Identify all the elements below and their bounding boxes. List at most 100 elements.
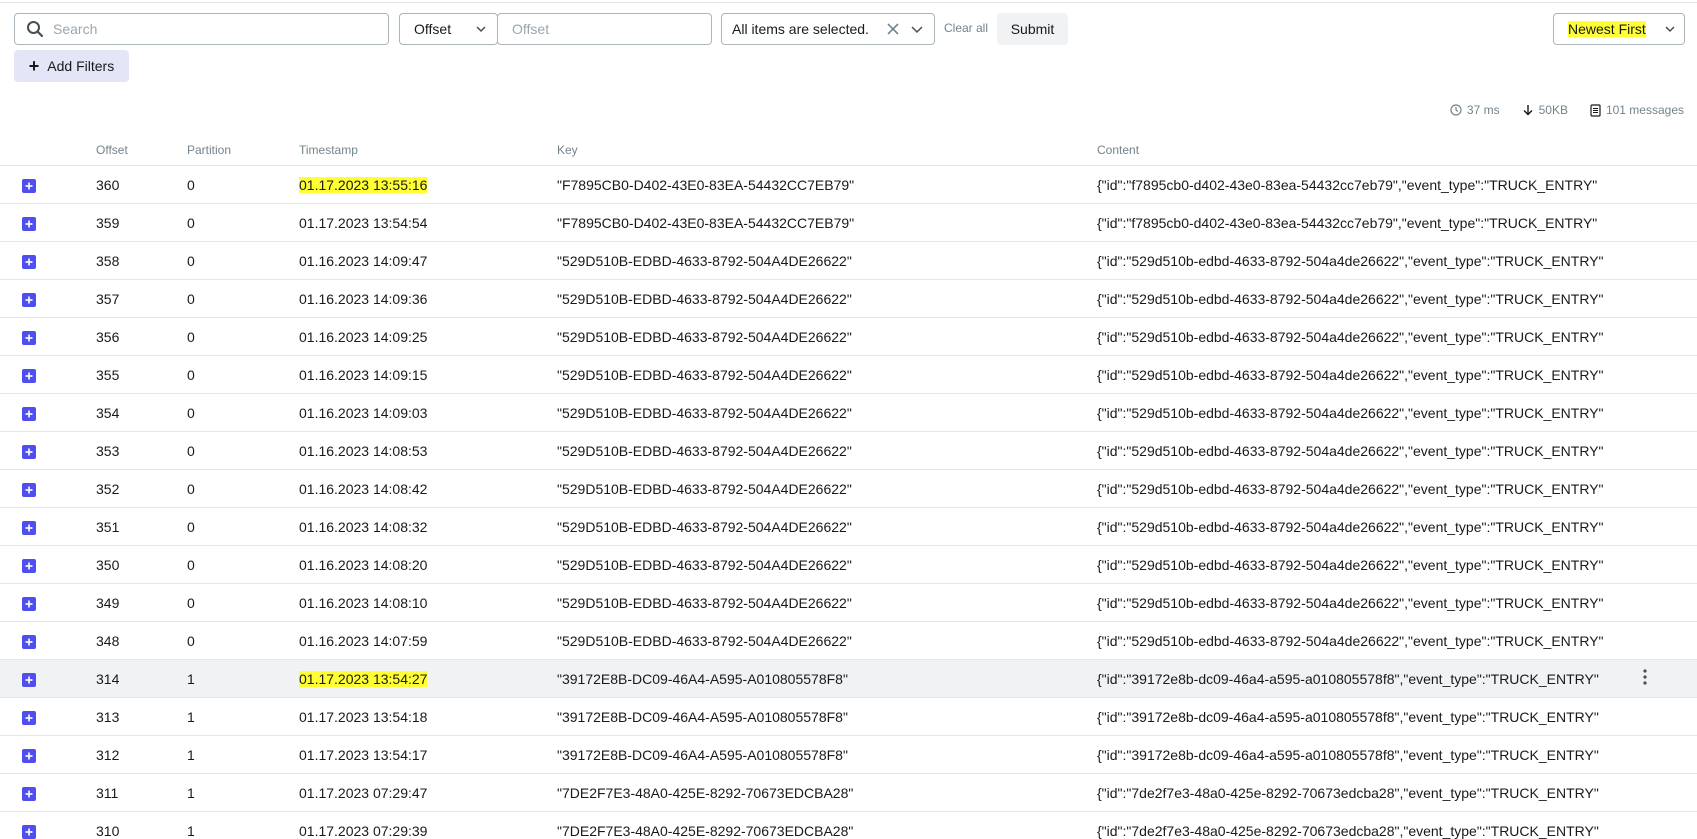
column-header-content[interactable]: Content	[1097, 135, 1617, 166]
offset-field[interactable]	[497, 13, 712, 45]
cell-content: {"id":"f7895cb0-d402-43e0-83ea-54432cc7e…	[1097, 203, 1617, 242]
expand-cell	[0, 279, 96, 318]
cell-content: {"id":"7de2f7e3-48a0-425e-8292-70673edcb…	[1097, 811, 1617, 839]
table-row[interactable]: 314 1 01.17.2023 13:54:27 "39172E8B-DC09-46…	[0, 659, 1697, 698]
clock-icon	[1450, 104, 1462, 116]
content-text: {"id":"529d510b-edbd-4633-8792-504a4de26…	[1097, 480, 1604, 497]
table-row[interactable]: 352 0 01.16.2023 14:08:42 "529D510B-EDBD-46…	[0, 469, 1697, 508]
content-text: {"id":"529d510b-edbd-4633-8792-504a4de26…	[1097, 518, 1604, 535]
column-header-partition[interactable]: Partition	[187, 135, 299, 166]
cell-partition: 0	[187, 317, 299, 356]
plus-icon[interactable]	[22, 482, 36, 497]
plus-icon[interactable]	[22, 786, 36, 801]
plus-icon[interactable]	[22, 672, 36, 687]
cell-timestamp: 01.17.2023 13:55:16	[299, 165, 557, 204]
content-text: {"id":"39172e8b-dc09-46a4-a595-a01080557…	[1097, 670, 1599, 687]
cell-content: {"id":"529d510b-edbd-4633-8792-504a4de26…	[1097, 241, 1617, 280]
messages-page: Offset All items are selected. Clear all…	[0, 0, 1697, 839]
table-body: 360 0 01.17.2023 13:55:16 "F7895CB0-D402-43…	[0, 165, 1697, 839]
cell-content: {"id":"529d510b-edbd-4633-8792-504a4de26…	[1097, 393, 1617, 432]
plus-icon[interactable]	[22, 748, 36, 763]
clear-all-button[interactable]: Clear all	[944, 21, 988, 35]
cell-key: "529D510B-EDBD-4633-8792-504A4DE26622"	[557, 393, 1097, 432]
table-row[interactable]: 351 0 01.16.2023 14:08:32 "529D510B-EDBD-46…	[0, 507, 1697, 546]
table-row[interactable]: 360 0 01.17.2023 13:55:16 "F7895CB0-D402-43…	[0, 165, 1697, 204]
column-header-timestamp[interactable]: Timestamp	[299, 135, 557, 166]
cell-key: "7DE2F7E3-48A0-425E-8292-70673EDCBA28"	[557, 773, 1097, 812]
cell-timestamp: 01.16.2023 14:09:47	[299, 241, 557, 280]
cell-key: "529D510B-EDBD-4633-8792-504A4DE26622"	[557, 279, 1097, 318]
plus-icon[interactable]	[22, 710, 36, 725]
search-box[interactable]	[14, 13, 389, 45]
cell-offset: 359	[96, 203, 187, 242]
cell-menu	[1617, 165, 1697, 204]
plus-icon[interactable]	[22, 634, 36, 649]
plus-icon[interactable]	[22, 824, 36, 839]
table-row[interactable]: 313 1 01.17.2023 13:54:18 "39172E8B-DC09-46…	[0, 697, 1697, 736]
expand-cell	[0, 165, 96, 204]
seek-type-select[interactable]: Offset	[399, 13, 498, 45]
sort-order-select[interactable]: Newest First	[1553, 13, 1685, 45]
cell-key: "529D510B-EDBD-4633-8792-504A4DE26622"	[557, 507, 1097, 546]
table-row[interactable]: 354 0 01.16.2023 14:09:03 "529D510B-EDBD-46…	[0, 393, 1697, 432]
close-icon[interactable]	[886, 22, 900, 36]
cell-partition: 1	[187, 659, 299, 698]
expand-cell	[0, 317, 96, 356]
kebab-menu-icon[interactable]	[1643, 669, 1647, 685]
table-row[interactable]: 350 0 01.16.2023 14:08:20 "529D510B-EDBD-46…	[0, 545, 1697, 584]
submit-button[interactable]: Submit	[997, 13, 1068, 45]
table-row[interactable]: 312 1 01.17.2023 13:54:17 "39172E8B-DC09-46…	[0, 735, 1697, 774]
plus-icon[interactable]	[22, 178, 36, 193]
plus-icon[interactable]	[22, 444, 36, 459]
search-input[interactable]	[51, 20, 375, 38]
table-row[interactable]: 356 0 01.16.2023 14:09:25 "529D510B-EDBD-46…	[0, 317, 1697, 356]
column-header-key[interactable]: Key	[557, 135, 1097, 166]
cell-menu	[1617, 317, 1697, 356]
cell-partition: 1	[187, 697, 299, 736]
cell-content: {"id":"39172e8b-dc09-46a4-a595-a01080557…	[1097, 697, 1617, 736]
cell-menu	[1617, 431, 1697, 470]
plus-icon[interactable]	[22, 558, 36, 573]
plus-icon[interactable]	[22, 406, 36, 421]
expand-cell	[0, 697, 96, 736]
plus-icon[interactable]	[22, 216, 36, 231]
cell-timestamp: 01.16.2023 14:07:59	[299, 621, 557, 660]
table-row[interactable]: 359 0 01.17.2023 13:54:54 "F7895CB0-D402-43…	[0, 203, 1697, 242]
chevron-down-icon	[1665, 26, 1675, 33]
table-row[interactable]: 310 1 01.17.2023 07:29:39 "7DE2F7E3-48A0-42…	[0, 811, 1697, 839]
plus-icon[interactable]	[22, 520, 36, 535]
plus-icon[interactable]	[22, 254, 36, 269]
cell-partition: 0	[187, 355, 299, 394]
offset-input[interactable]	[510, 20, 704, 38]
column-header-offset[interactable]: Offset	[96, 135, 187, 166]
cell-offset: 312	[96, 735, 187, 774]
table-row[interactable]: 357 0 01.16.2023 14:09:36 "529D510B-EDBD-46…	[0, 279, 1697, 318]
table-row[interactable]: 349 0 01.16.2023 14:08:10 "529D510B-EDBD-46…	[0, 583, 1697, 622]
cell-content: {"id":"529d510b-edbd-4633-8792-504a4de26…	[1097, 355, 1617, 394]
table-row[interactable]: 355 0 01.16.2023 14:09:15 "529D510B-EDBD-46…	[0, 355, 1697, 394]
cell-content: {"id":"529d510b-edbd-4633-8792-504a4de26…	[1097, 583, 1617, 622]
plus-icon[interactable]	[22, 596, 36, 611]
plus-icon[interactable]	[22, 368, 36, 383]
cell-menu	[1617, 203, 1697, 242]
expand-cell	[0, 431, 96, 470]
cell-menu	[1617, 241, 1697, 280]
table-row[interactable]: 353 0 01.16.2023 14:08:53 "529D510B-EDBD-46…	[0, 431, 1697, 470]
table-row[interactable]: 311 1 01.17.2023 07:29:47 "7DE2F7E3-48A0-42…	[0, 773, 1697, 812]
cell-content: {"id":"529d510b-edbd-4633-8792-504a4de26…	[1097, 621, 1617, 660]
cell-partition: 0	[187, 393, 299, 432]
expand-cell	[0, 621, 96, 660]
partitions-select[interactable]: All items are selected.	[721, 13, 935, 45]
table-row[interactable]: 358 0 01.16.2023 14:09:47 "529D510B-EDBD-46…	[0, 241, 1697, 280]
messages-value: 101 messages	[1605, 103, 1684, 117]
plus-icon[interactable]	[22, 330, 36, 345]
table-row[interactable]: 348 0 01.16.2023 14:07:59 "529D510B-EDBD-46…	[0, 621, 1697, 660]
cell-key: "529D510B-EDBD-4633-8792-504A4DE26622"	[557, 431, 1097, 470]
cell-offset: 351	[96, 507, 187, 546]
content-text: {"id":"529d510b-edbd-4633-8792-504a4de26…	[1097, 442, 1604, 459]
chevron-down-icon	[911, 26, 923, 34]
plus-icon[interactable]	[22, 292, 36, 307]
add-filters-button[interactable]: + Add Filters	[14, 50, 129, 82]
cell-partition: 0	[187, 431, 299, 470]
content-text: {"id":"f7895cb0-d402-43e0-83ea-54432cc7e…	[1097, 214, 1598, 231]
